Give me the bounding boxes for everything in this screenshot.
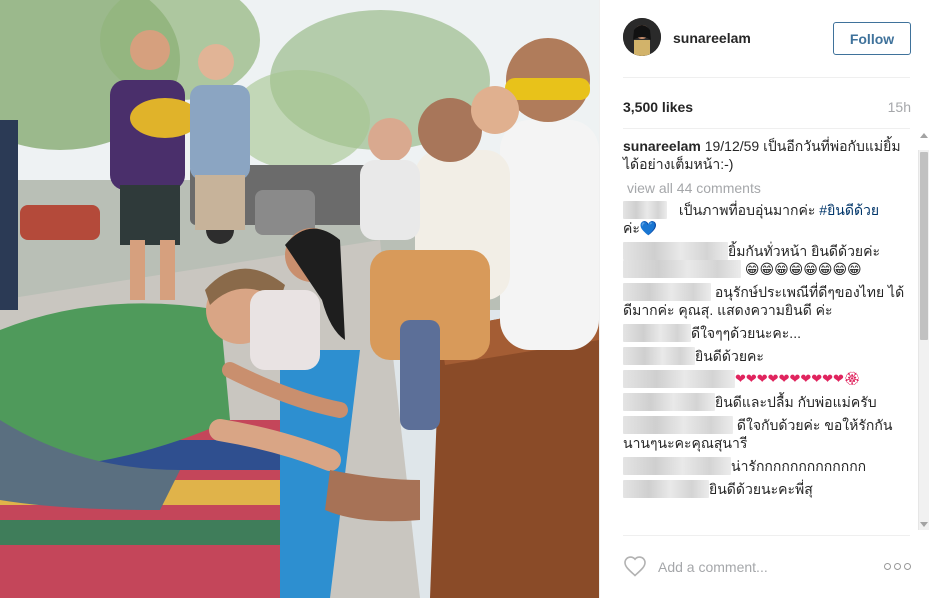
comment-item: ยินดีและปลื้ม กับพ่อแม่ครับ — [623, 393, 906, 411]
comment-username-redacted[interactable] — [623, 457, 731, 475]
more-options-icon[interactable] — [884, 563, 912, 571]
scroll-down-arrow-icon[interactable] — [920, 522, 928, 527]
comment-text: ยินดีด้วยนะคะพี่สุ — [709, 481, 813, 497]
comments-list[interactable]: sunareelam 19/12/59 เป็นอีกวันที่พ่อกับแ… — [600, 129, 931, 532]
comment-item: ยิ้มกันทั่วหน้า ยินดีด้วยค่ะ 😁😁😁😁😁😁😁😁 — [623, 242, 906, 278]
post-side-panel: sunareelam Follow 3,500 likes 15h sunare… — [599, 0, 931, 598]
comment-item: ยินดีด้วยคะ — [623, 347, 906, 365]
comment-text-continued: ค่ะ💙 — [623, 220, 658, 236]
comment-username-redacted[interactable] — [623, 416, 733, 434]
comment-emoji: 😁😁😁😁😁😁😁😁 — [744, 261, 862, 277]
comment-text: ยินดีด้วยคะ — [695, 348, 764, 364]
comment-text: เป็นภาพที่อบอุ่นมากค่ะ — [678, 202, 820, 218]
divider — [623, 77, 910, 78]
avatar-image — [623, 18, 661, 56]
comment-username-redacted[interactable] — [623, 242, 728, 260]
comment-item: ดีใจกับด้วยค่ะ ขอให้รักกันนานๆนะคะคุณสุน… — [623, 416, 906, 452]
comment-text: น่ารักกกกกกกกกกกกก — [731, 458, 867, 474]
heart-icon[interactable] — [623, 555, 647, 577]
comment-username-redacted[interactable] — [623, 347, 695, 365]
comment-username-redacted[interactable] — [623, 324, 691, 342]
add-comment-input[interactable] — [658, 557, 878, 577]
comment-item: อนุรักษ์ประเพณีที่ดีๆของไทย ได้ดีมากค่ะ … — [623, 283, 906, 319]
comment-text: ❤❤❤❤❤❤❤❤❤❤🏵 — [735, 371, 861, 386]
comment-item: ดีใจๆๆด้วยนะคะ... — [623, 324, 906, 342]
photo-illustration — [0, 0, 599, 598]
post-header: sunareelam Follow — [600, 0, 931, 78]
comment-username-redacted[interactable] — [623, 480, 709, 498]
comment-username-redacted[interactable] — [623, 283, 711, 301]
comment-text: ยิ้มกันทั่วหน้า ยินดีด้วยค่ะ — [728, 243, 881, 259]
comment-redacted-segment — [623, 260, 741, 278]
comment-composer — [600, 536, 931, 598]
post-meta: 3,500 likes 15h — [623, 99, 911, 117]
post-window: sunareelam Follow 3,500 likes 15h sunare… — [0, 0, 931, 598]
post-timestamp[interactable]: 15h — [888, 99, 911, 115]
post-username[interactable]: sunareelam — [673, 30, 751, 46]
comment-item: ❤❤❤❤❤❤❤❤❤❤🏵 — [623, 370, 906, 388]
comment-text: ยินดีและปลื้ม กับพ่อแม่ครับ — [715, 394, 877, 410]
comment-text: ดีใจๆๆด้วยนะคะ... — [691, 325, 801, 341]
scrollbar-thumb[interactable] — [920, 152, 928, 340]
likes-count[interactable]: 3,500 likes — [623, 99, 693, 115]
scroll-up-arrow-icon[interactable] — [920, 133, 928, 138]
post-photo[interactable] — [0, 0, 599, 598]
view-all-comments-link[interactable]: view all 44 comments — [627, 179, 906, 197]
comment-username-redacted[interactable] — [623, 201, 667, 219]
post-caption: sunareelam 19/12/59 เป็นอีกวันที่พ่อกับแ… — [623, 137, 906, 173]
comment-item: เป็นภาพที่อบอุ่นมากค่ะ #ยินดีด้วย ค่ะ💙 — [623, 201, 906, 237]
comment-hashtag[interactable]: #ยินดีด้วย — [819, 202, 879, 218]
follow-button[interactable]: Follow — [833, 22, 911, 55]
caption-username[interactable]: sunareelam — [623, 138, 701, 154]
comment-item: น่ารักกกกกกกกกกกกก — [623, 457, 906, 475]
avatar[interactable] — [623, 18, 661, 56]
comment-item: ยินดีด้วยนะคะพี่สุ — [623, 480, 906, 498]
comment-username-redacted[interactable] — [623, 393, 715, 411]
comment-username-redacted[interactable] — [623, 370, 735, 388]
